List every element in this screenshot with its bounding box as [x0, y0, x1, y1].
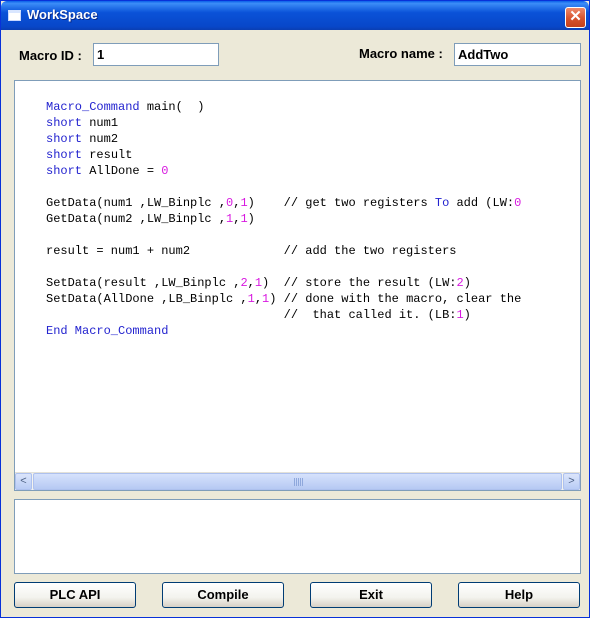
compile-button[interactable]: Compile — [162, 582, 284, 608]
code-line: short result — [46, 147, 576, 163]
code-text: // that called it. (LB: — [46, 308, 457, 322]
code-line: SetData(AllDone ,LB_Binplc ,1,1) // done… — [46, 291, 576, 307]
code-number: 1 — [456, 308, 464, 322]
code-number: 1 — [254, 276, 263, 290]
code-text: main( ) — [139, 100, 205, 114]
window-title: WorkSpace — [27, 7, 98, 22]
code-line: // that called it. (LB:1) — [46, 307, 576, 323]
macro-id-input[interactable] — [93, 43, 219, 66]
code-line: short AllDone = 0 — [46, 163, 576, 179]
code-text: ) // store the result (LW: — [262, 276, 457, 290]
code-text: add (LW: — [449, 196, 515, 210]
code-text: num2 — [82, 132, 119, 146]
code-text: ) // get two registers — [247, 196, 435, 210]
workspace-window: WorkSpace ✕ Macro ID : Macro name : Macr… — [0, 0, 590, 618]
code-text: ) — [247, 212, 255, 226]
title-bar[interactable]: WorkSpace ✕ — [1, 1, 589, 30]
code-keyword: To — [434, 196, 450, 210]
plc-api-button[interactable]: PLC API — [14, 582, 136, 608]
code-editor[interactable]: Macro_Command main( ) short num1 short num… — [14, 80, 581, 491]
code-text: , — [247, 276, 255, 290]
code-text: , — [254, 292, 263, 306]
code-text: ) // done with the macro, clear the — [269, 292, 522, 306]
window-icon — [8, 10, 21, 21]
code-line: short num1 — [46, 115, 576, 131]
code-line: result = num1 + num2 // add the two regi… — [46, 243, 576, 259]
exit-button[interactable]: Exit — [310, 582, 432, 608]
code-text: num1 — [82, 116, 119, 130]
code-line: short num2 — [46, 131, 576, 147]
code-keyword: short — [46, 164, 83, 178]
code-line: End Macro_Command — [46, 323, 576, 339]
code-keyword: Macro_Command — [46, 100, 140, 114]
code-text: SetData(AllDone ,LB_Binplc , — [46, 292, 248, 306]
code-text: result = num1 + num2 // add the two regi… — [46, 244, 457, 258]
code-text: SetData(result ,LW_Binplc , — [46, 276, 241, 290]
code-text: AllDone = — [82, 164, 162, 178]
code-keyword: short — [46, 132, 83, 146]
code-text: GetData(num2 ,LW_Binplc , — [46, 212, 227, 226]
code-number: 1 — [240, 212, 248, 226]
code-keyword: End Macro_Command — [46, 324, 169, 338]
grip-icon — [293, 478, 303, 486]
scroll-thumb[interactable] — [33, 473, 562, 490]
code-number: 2 — [240, 276, 248, 290]
scroll-right-button[interactable]: > — [563, 473, 580, 490]
scroll-left-button[interactable]: < — [15, 473, 32, 490]
code-number: 2 — [456, 276, 464, 290]
macro-name-input[interactable] — [454, 43, 581, 66]
code-number: 1 — [240, 196, 248, 210]
code-number: 0 — [161, 164, 169, 178]
close-button[interactable]: ✕ — [565, 7, 586, 28]
code-number: 1 — [247, 292, 255, 306]
code-keyword: short — [46, 148, 83, 162]
code-line: GetData(num1 ,LW_Binplc ,0,1) // get two… — [46, 195, 576, 211]
code-line: GetData(num2 ,LW_Binplc ,1,1) — [46, 211, 576, 227]
horizontal-scrollbar[interactable]: < > — [15, 472, 580, 490]
code-text-area[interactable]: Macro_Command main( ) short num1 short num… — [46, 99, 576, 470]
code-number: 0 — [514, 196, 522, 210]
macro-name-label: Macro name : — [359, 46, 443, 61]
code-text: GetData(num1 ,LW_Binplc , — [46, 196, 227, 210]
code-text: ) — [463, 276, 471, 290]
output-panel[interactable] — [14, 499, 581, 574]
help-button[interactable]: Help — [458, 582, 580, 608]
chevron-left-icon: < — [20, 475, 27, 487]
chevron-right-icon: > — [568, 475, 575, 487]
code-text: result — [82, 148, 133, 162]
code-keyword: short — [46, 116, 83, 130]
code-text: ) — [463, 308, 471, 322]
close-icon: ✕ — [569, 8, 582, 25]
macro-id-label: Macro ID : — [19, 48, 82, 63]
code-line: Macro_Command main( ) — [46, 99, 576, 115]
code-line: SetData(result ,LW_Binplc ,2,1) // store… — [46, 275, 576, 291]
